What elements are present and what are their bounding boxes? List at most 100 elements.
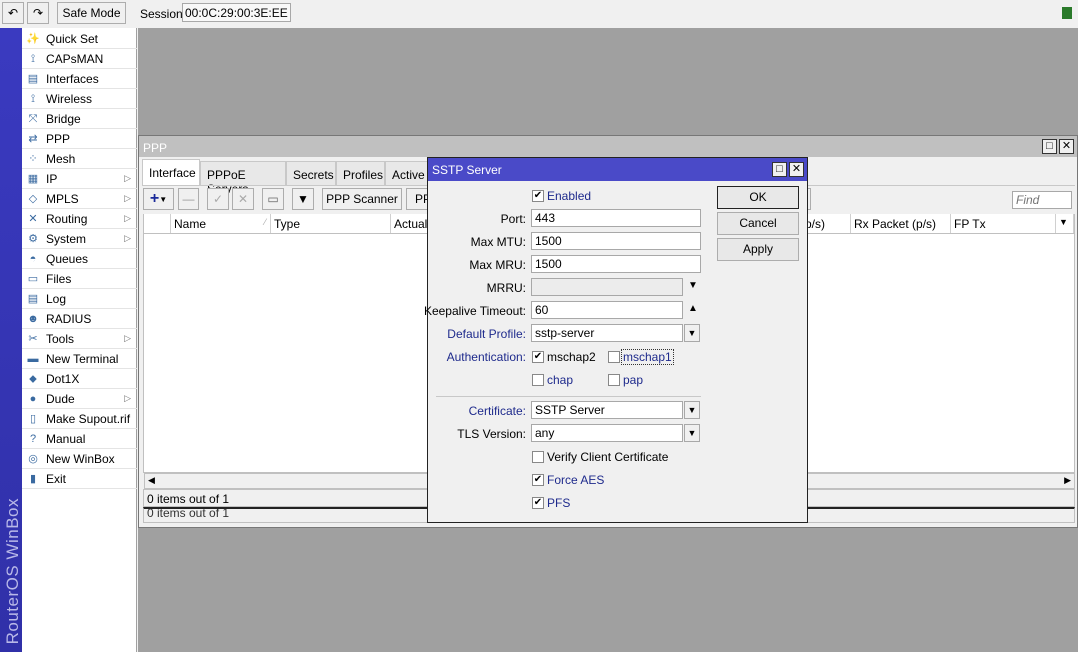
close-button[interactable]: ✕ — [1059, 139, 1074, 154]
tab-pppoe-servers[interactable]: PPPoE Servers — [200, 161, 286, 196]
enabled-checkbox[interactable]: ✔ — [532, 190, 544, 202]
keepalive-input[interactable] — [531, 301, 683, 319]
filter-button[interactable]: ▼ — [292, 188, 314, 210]
sidebar-item-mpls[interactable]: ◇ MPLS ▷ — [22, 189, 137, 209]
verify-client-cert-checkbox[interactable] — [532, 451, 544, 463]
ppp-icon: ⇄ — [28, 132, 38, 145]
tab-secrets[interactable]: Secrets — [286, 161, 336, 185]
tab-interface[interactable]: Interface — [142, 159, 200, 186]
remove-button[interactable]: — — [178, 188, 199, 210]
mrru-label: MRRU: — [486, 281, 526, 295]
sidebar-item-label: Tools — [46, 331, 75, 346]
submenu-arrow-icon: ▷ — [124, 173, 131, 183]
enabled-label: Enabled — [547, 189, 592, 203]
col-actual[interactable]: Actual — [391, 214, 431, 233]
tls-version-label: TLS Version: — [457, 427, 526, 441]
profile-dropdown-icon[interactable]: ▼ — [684, 324, 700, 342]
ok-button[interactable]: OK — [717, 186, 799, 209]
mrru-dropdown-icon[interactable]: ▼ — [688, 280, 698, 291]
max-mtu-input[interactable] — [531, 232, 701, 250]
default-profile-select[interactable] — [531, 324, 683, 342]
mrru-input[interactable] — [531, 278, 683, 296]
dialog-close-button[interactable]: ✕ — [789, 162, 804, 177]
default-profile-label: Default Profile: — [447, 327, 526, 341]
certificate-select[interactable] — [531, 401, 683, 419]
tab-profiles[interactable]: Profiles — [336, 161, 385, 185]
sidebar-item-files[interactable]: ▭ Files — [22, 269, 137, 289]
pfs-checkbox[interactable]: ✔ — [532, 497, 544, 509]
tab-active-connections[interactable]: Active C — [385, 161, 433, 185]
sidebar-item-radius[interactable]: ☻ RADIUS — [22, 309, 137, 329]
keepalive-label: Keepalive Timeout: — [423, 304, 526, 318]
sidebar-item-label: IP — [46, 171, 58, 186]
cancel-button[interactable]: Cancel — [717, 212, 799, 235]
authentication-label: Authentication: — [446, 350, 526, 364]
sidebar-item-quick-set[interactable]: ✨ Quick Set — [22, 29, 137, 49]
col-type[interactable]: Type — [271, 214, 391, 233]
scroll-left-icon[interactable]: ◀ — [148, 475, 155, 486]
ppp-scanner-button[interactable]: PPP Scanner — [322, 188, 402, 210]
undo-button[interactable]: ↶ — [2, 2, 24, 24]
mschap2-checkbox[interactable]: ✔ — [532, 351, 544, 363]
dialog-maximize-button[interactable]: □ — [772, 162, 787, 177]
undo-icon: ↶ — [7, 6, 19, 20]
columns-dropdown-icon[interactable]: ▼ — [1056, 214, 1074, 233]
maximize-button[interactable]: □ — [1042, 139, 1057, 154]
submenu-arrow-icon: ▷ — [124, 233, 131, 243]
sidebar-item-make-supout-rif[interactable]: ▯ Make Supout.rif — [22, 409, 137, 429]
ppp-title-bar[interactable]: PPP — [139, 136, 1077, 157]
port-label: Port: — [500, 212, 526, 226]
sidebar-item-routing[interactable]: ✕ Routing ▷ — [22, 209, 137, 229]
max-mru-input[interactable] — [531, 255, 701, 273]
sidebar-item-new-terminal[interactable]: ▬ New Terminal — [22, 349, 137, 369]
pfs-label: PFS — [547, 496, 571, 510]
sidebar-item-wireless[interactable]: ⟟ Wireless — [22, 89, 137, 109]
col-name[interactable]: Name ⁄ — [171, 214, 271, 233]
tls-version-select[interactable] — [531, 424, 683, 442]
sidebar-item-dot1x[interactable]: ⬥ Dot1X — [22, 369, 137, 389]
tls-dropdown-icon[interactable]: ▼ — [684, 424, 700, 442]
keepalive-collapse-icon[interactable]: ▲ — [688, 303, 698, 314]
pap-checkbox[interactable] — [608, 374, 620, 386]
chap-checkbox[interactable] — [532, 374, 544, 386]
enable-button[interactable]: ✓ — [207, 188, 229, 210]
sidebar-menu: ✨ Quick Set ⟟ CAPsMAN ▤ Interfaces ⟟ Wireless ⤧ B… — [22, 28, 137, 652]
sidebar-item-interfaces[interactable]: ▤ Interfaces — [22, 69, 137, 89]
ppp-title: PPP — [143, 141, 168, 155]
sidebar-item-label: Exit — [46, 471, 67, 486]
sidebar-item-mesh[interactable]: ⁘ Mesh — [22, 149, 137, 169]
col-tx-packet[interactable]: p/s) — [801, 214, 851, 233]
sidebar-item-bridge[interactable]: ⤧ Bridge — [22, 109, 137, 129]
sidebar-item-tools[interactable]: ✂ Tools ▷ — [22, 329, 137, 349]
sidebar-item-ppp[interactable]: ⇄ PPP — [22, 129, 137, 149]
sidebar-item-exit[interactable]: ▮ Exit — [22, 469, 137, 489]
brand-strip: RouterOS WinBox — [0, 28, 22, 652]
find-input[interactable] — [1012, 191, 1072, 209]
col-fp-tx[interactable]: FP Tx — [951, 214, 1056, 233]
separator — [436, 396, 701, 397]
sidebar-item-queues[interactable]: ◓ Queues — [22, 249, 137, 269]
sidebar-item-dude[interactable]: ● Dude ▷ — [22, 389, 137, 409]
col-rx-packet[interactable]: Rx Packet (p/s) — [851, 214, 951, 233]
certificate-dropdown-icon[interactable]: ▼ — [684, 401, 700, 419]
comment-button[interactable]: ▭ — [262, 188, 284, 210]
sidebar-item-ip[interactable]: ▦ IP ▷ — [22, 169, 137, 189]
mschap1-checkbox[interactable] — [608, 351, 620, 363]
sidebar-item-label: Bridge — [46, 111, 81, 126]
scroll-right-icon[interactable]: ▶ — [1064, 475, 1071, 486]
port-input[interactable] — [531, 209, 701, 227]
safe-mode-button[interactable]: Safe Mode — [57, 2, 126, 24]
sidebar-item-log[interactable]: ▤ Log — [22, 289, 137, 309]
redo-button[interactable]: ↷ — [27, 2, 49, 24]
disable-button[interactable]: ✕ — [232, 188, 254, 210]
sidebar-item-new-winbox[interactable]: ◎ New WinBox — [22, 449, 137, 469]
sidebar-item-system[interactable]: ⚙ System ▷ — [22, 229, 137, 249]
force-aes-checkbox[interactable]: ✔ — [532, 474, 544, 486]
sidebar-item-label: Dot1X — [46, 371, 80, 386]
sidebar-item-manual[interactable]: ? Manual — [22, 429, 137, 449]
bridge-icon: ⤧ — [28, 112, 38, 125]
add-button[interactable]: + ▼ — [143, 188, 174, 210]
sidebar-item-capsman[interactable]: ⟟ CAPsMAN — [22, 49, 137, 69]
apply-button[interactable]: Apply — [717, 238, 799, 261]
dialog-title-bar[interactable]: SSTP Server — [428, 158, 807, 181]
